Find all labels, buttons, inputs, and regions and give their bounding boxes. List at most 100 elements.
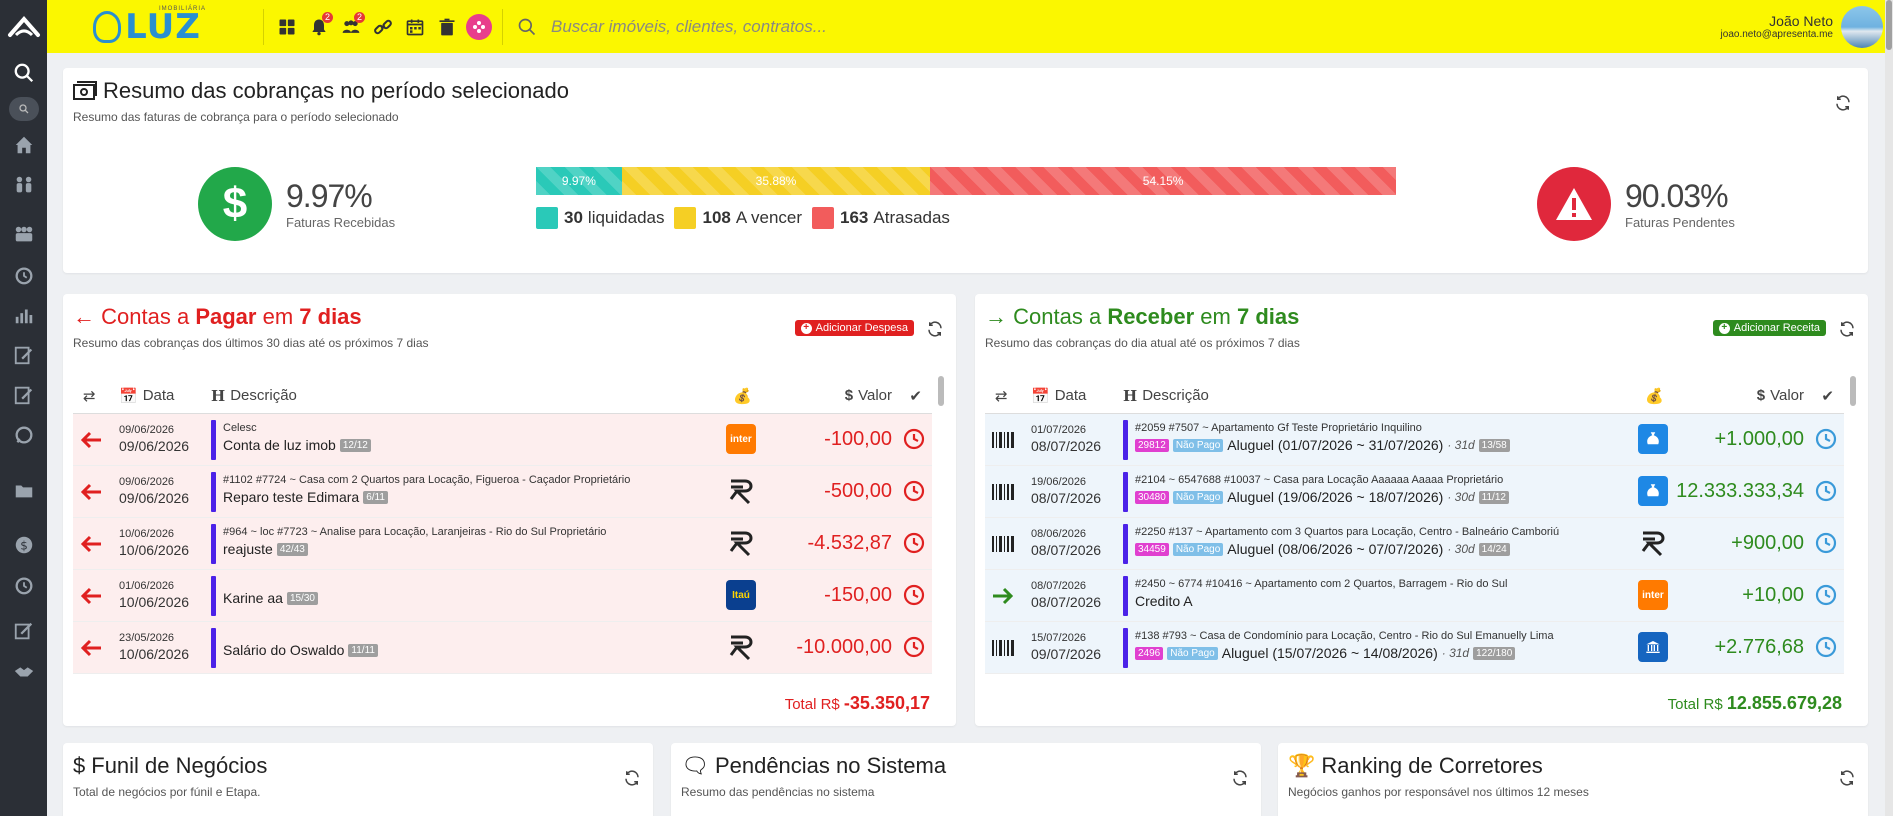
avatar[interactable]: [1841, 5, 1883, 48]
due-clock-icon[interactable]: [902, 531, 926, 555]
table-row[interactable]: 09/06/2026 09/06/2026 #1102 #7724 ~ Casa c…: [73, 466, 932, 518]
summary-refresh-icon[interactable]: [1832, 92, 1854, 114]
table-row[interactable]: 19/06/2026 08/07/2026 #2104 ~ 6547688 #100…: [985, 466, 1844, 518]
due-clock-icon[interactable]: [902, 479, 926, 503]
due-clock-icon[interactable]: [1814, 479, 1838, 503]
check-icon[interactable]: ✔: [1821, 387, 1834, 405]
invoice-id-chip[interactable]: 30480: [1135, 490, 1169, 504]
bank-building-icon: [1638, 632, 1668, 662]
pending-refresh-icon[interactable]: [1229, 767, 1251, 789]
col-description[interactable]: H Descrição: [211, 387, 297, 405]
sidebar-mini-search[interactable]: [8, 97, 39, 121]
table-row[interactable]: 08/06/2026 08/07/2026 #2250 #137 ~ Apartam…: [985, 518, 1844, 570]
add-income-button[interactable]: + Adicionar Receita: [1712, 320, 1826, 336]
row-date-2: 10/06/2026: [119, 646, 190, 662]
row-description[interactable]: reajuste: [223, 541, 273, 557]
trash-icon[interactable]: [434, 14, 460, 40]
table-row[interactable]: 08/07/2026 08/07/2026 #2450 ~ 6774 #10416 …: [985, 570, 1844, 622]
flower-icon[interactable]: [466, 13, 492, 40]
invoice-id-chip[interactable]: 2496: [1135, 646, 1164, 660]
swap-icon[interactable]: ⇄: [83, 387, 96, 405]
dashboard-icon[interactable]: [274, 14, 300, 40]
row-description[interactable]: Salário do Oswaldo: [223, 642, 344, 658]
calendar-icon[interactable]: [402, 14, 428, 40]
row-description[interactable]: Aluguel (08/06/2026 ~ 07/07/2026): [1227, 541, 1443, 557]
swap-icon[interactable]: ⇄: [995, 387, 1008, 405]
link-icon[interactable]: [370, 14, 396, 40]
sidebar-home-icon[interactable]: [0, 125, 47, 165]
col-value[interactable]: $ Valor: [1757, 387, 1804, 404]
check-icon[interactable]: ✔: [909, 387, 922, 405]
payable-refresh-icon[interactable]: [924, 318, 946, 340]
page-scroll-thumb[interactable]: [1886, 0, 1892, 50]
row-description[interactable]: Aluguel (15/07/2026 ~ 14/08/2026): [1222, 645, 1438, 661]
row-date-1: 15/07/2026: [1031, 632, 1087, 644]
sidebar-people-icon[interactable]: [0, 165, 47, 205]
sidebar-whatsapp-icon[interactable]: [0, 415, 47, 455]
ranking-refresh-icon[interactable]: [1836, 767, 1858, 789]
receivable-refresh-icon[interactable]: [1836, 318, 1858, 340]
due-clock-icon[interactable]: [902, 427, 926, 451]
bank-r-icon: [726, 632, 756, 662]
barcode-icon[interactable]: [991, 428, 1017, 452]
receivable-title-d: 7 dias: [1236, 304, 1300, 329]
row-description[interactable]: Aluguel (01/07/2026 ~ 31/07/2026): [1227, 437, 1443, 453]
col-value[interactable]: $ Valor: [845, 387, 892, 404]
receivable-scroll-thumb[interactable]: [1850, 376, 1856, 406]
col-date-label: Data: [142, 387, 175, 404]
row-date-2: 10/06/2026: [119, 594, 190, 610]
invoice-id-chip[interactable]: 34459: [1135, 542, 1169, 556]
table-row[interactable]: 01/07/2026 08/07/2026 #2059 #7507 ~ Aparta…: [985, 414, 1844, 466]
sidebar-clock-icon[interactable]: [0, 255, 47, 295]
bell-icon[interactable]: 2: [306, 11, 333, 40]
table-row[interactable]: 15/07/2026 09/07/2026 #138 #793 ~ Casa de …: [985, 622, 1844, 674]
payable-scroll-thumb[interactable]: [938, 376, 944, 406]
search-input[interactable]: [551, 16, 1151, 37]
sidebar-dollar-icon[interactable]: $: [0, 525, 47, 565]
due-clock-icon[interactable]: [902, 583, 926, 607]
col-description[interactable]: H Descrição: [1123, 387, 1209, 405]
due-clock-icon[interactable]: [1814, 427, 1838, 451]
table-row[interactable]: 10/06/2026 10/06/2026 #964 ~ loc #7723 ~ A…: [73, 518, 932, 570]
due-clock-icon[interactable]: [1814, 583, 1838, 607]
brand-logo[interactable]: LUZ IMOBILIÁRIA: [47, 0, 247, 53]
table-row[interactable]: 01/06/2026 10/06/2026 Karine aa 15/30 Itaú -1…: [73, 570, 932, 622]
sidebar-handshake-icon[interactable]: [0, 651, 47, 691]
barcode-icon[interactable]: [991, 532, 1017, 556]
payable-title-c: em: [262, 304, 294, 329]
user-info[interactable]: João Neto joao.neto@apresenta.me: [1721, 13, 1833, 40]
due-clock-icon[interactable]: [1814, 531, 1838, 555]
sidebar-alarm-icon[interactable]: [0, 565, 47, 605]
sidebar-search-icon[interactable]: [0, 53, 47, 93]
table-row[interactable]: 23/05/2026 10/06/2026 Salário do Oswaldo 11…: [73, 622, 932, 674]
sidebar-sign-icon[interactable]: [0, 335, 47, 375]
col-date[interactable]: 📅 Data: [1031, 387, 1086, 405]
barcode-icon[interactable]: [991, 480, 1017, 504]
arrow-left-icon: [79, 636, 105, 660]
table-row[interactable]: 09/06/2026 09/06/2026 Celesc Conta de luz i…: [73, 414, 932, 466]
sidebar-sign2-icon[interactable]: [0, 375, 47, 415]
row-description[interactable]: Credito A: [1135, 593, 1193, 609]
page-scrollbar[interactable]: [1885, 0, 1893, 816]
sidebar-folder-icon[interactable]: [0, 471, 47, 511]
receivable-scrollbar[interactable]: [1850, 376, 1856, 676]
barcode-icon[interactable]: [991, 636, 1017, 660]
sidebar-edit-icon[interactable]: [0, 611, 47, 651]
funnel-refresh-icon[interactable]: [621, 767, 643, 789]
row-description[interactable]: Karine aa: [223, 590, 283, 606]
trophy-icon: 🏆: [1288, 753, 1316, 778]
receivable-table-header: ⇄ 📅 Data H Descrição 💰 $ Valor ✔: [985, 378, 1844, 414]
users-icon[interactable]: 2: [338, 11, 365, 40]
col-date[interactable]: 📅 Data: [119, 387, 174, 405]
invoice-id-chip[interactable]: 29812: [1135, 438, 1169, 452]
sidebar-team-icon[interactable]: [0, 215, 47, 255]
row-description[interactable]: Reparo teste Edimara: [223, 489, 359, 505]
due-clock-icon[interactable]: [1814, 635, 1838, 659]
add-expense-button[interactable]: + Adicionar Despesa: [794, 320, 914, 336]
app-logo[interactable]: [0, 0, 47, 53]
payable-scrollbar[interactable]: [938, 376, 944, 676]
sidebar-chart-icon[interactable]: [0, 295, 47, 335]
due-clock-icon[interactable]: [902, 635, 926, 659]
row-description[interactable]: Aluguel (19/06/2026 ~ 18/07/2026): [1227, 489, 1443, 505]
row-description[interactable]: Conta de luz imob: [223, 437, 336, 453]
